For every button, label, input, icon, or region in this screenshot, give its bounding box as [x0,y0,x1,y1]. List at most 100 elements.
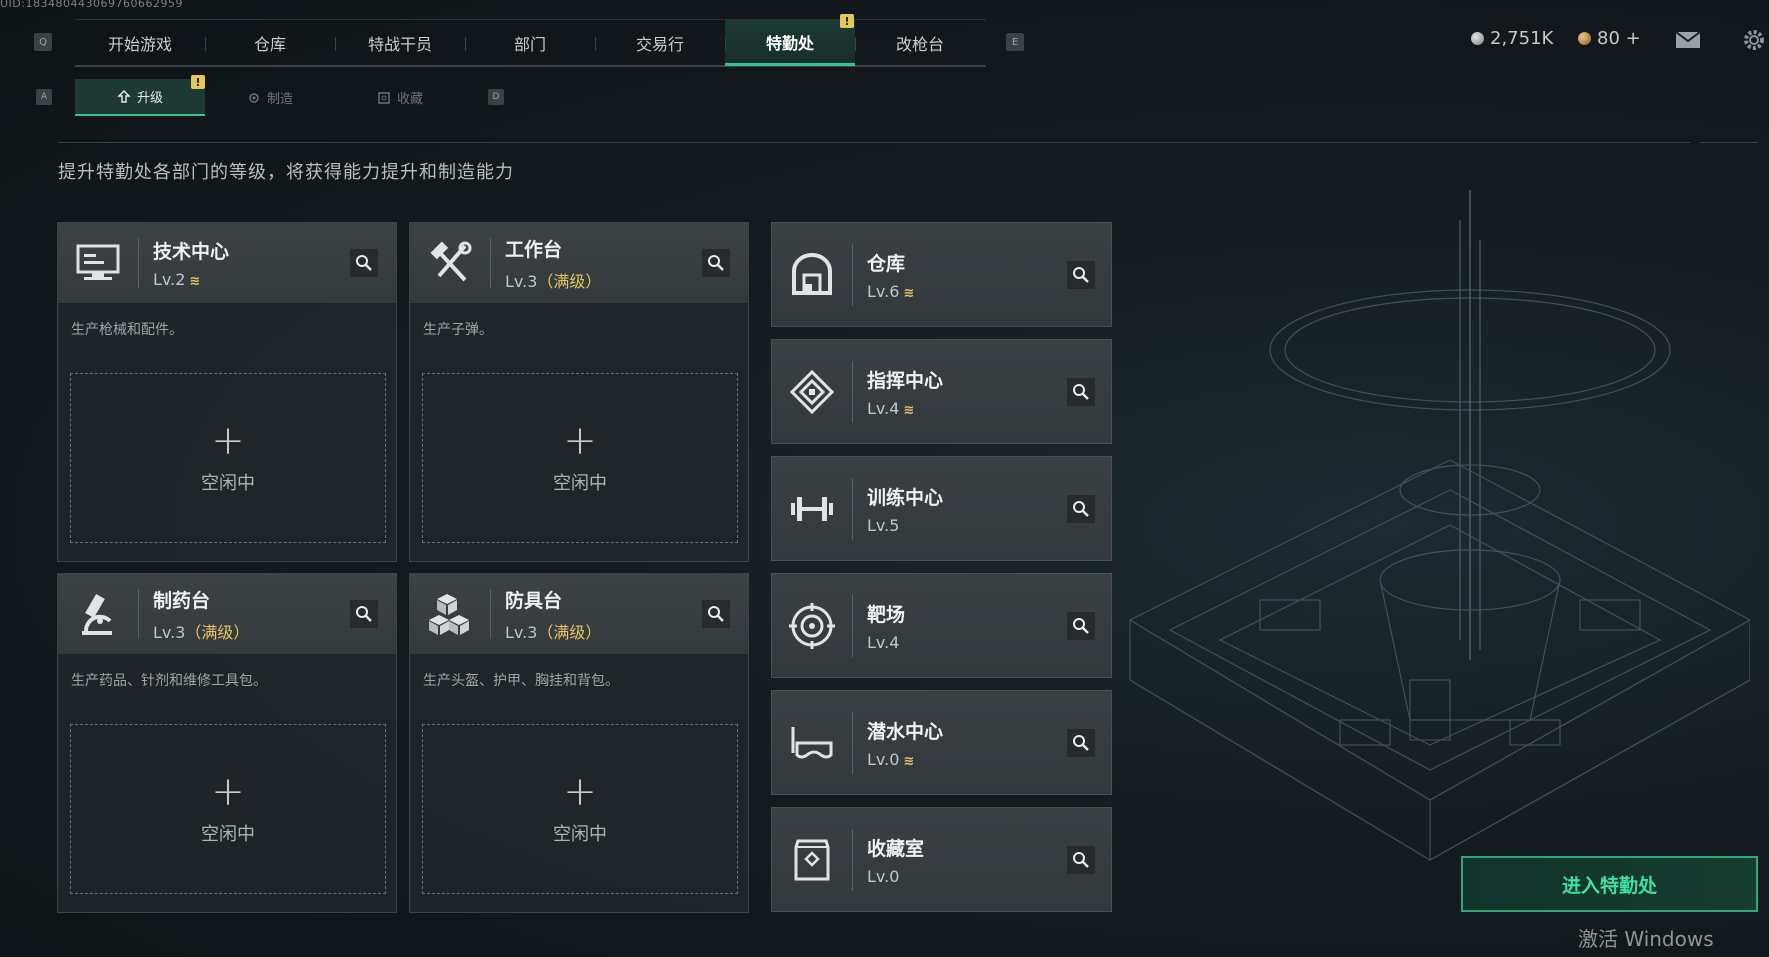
notification-badge: ! [840,14,854,28]
facility-dive-center[interactable]: 潜水中心 Lv.0 ≋ [771,690,1112,795]
uid-label: UID:183480443069760662959 [0,0,183,10]
mail-icon[interactable] [1675,31,1701,53]
facility-level: Lv.0 [867,866,900,886]
facility-level: Lv.3 [505,622,538,642]
tab-trading[interactable]: 交易行 [595,20,725,66]
slot-status: 空闲中 [201,824,255,845]
display-case-icon [772,807,852,912]
card-workbench[interactable]: 工作台 Lv.3（满级） 生产子弹。 + 空闲中 [409,222,749,562]
facility-name: 工作台 [505,238,563,261]
production-slot[interactable]: + 空闲中 [422,373,738,543]
search-icon[interactable] [1067,729,1095,757]
upgrade-arrow-icon: ≋ [903,402,915,418]
card-armor-bench[interactable]: 防具台 Lv.3（满级） 生产头盔、护甲、胸挂和背包。 + 空闲中 [409,573,749,913]
enter-special-ops-button[interactable]: 进入特勤处 [1461,856,1758,912]
facility-level: Lv.2 [153,270,186,289]
sub-nav: 升级 制造 收藏 [75,79,465,116]
plus-icon: + [563,769,597,815]
header-divider [58,142,1690,143]
facility-collection-room[interactable]: 收藏室 Lv.0 [771,807,1112,912]
facility-warehouse[interactable]: 仓库 Lv.6 ≋ [771,222,1112,327]
subtab-craft[interactable]: 制造 [205,79,335,116]
upgrade-arrow-icon: ≋ [903,285,915,301]
search-icon[interactable] [350,249,378,277]
gold-currency[interactable]: 80 + [1578,28,1641,49]
facility-level: Lv.6 [867,281,900,301]
facility-description: 生产子弹。 [423,322,493,338]
facility-name: 收藏室 [867,837,925,860]
production-slot[interactable]: + 空闲中 [70,724,386,894]
slot-status: 空闲中 [553,473,607,494]
separator [852,360,853,423]
command-center-icon [772,339,852,444]
warehouse-icon [772,222,852,327]
subtab-collection[interactable]: 收藏 [335,79,465,116]
cubes-icon [410,574,490,654]
tab-warehouse[interactable]: 仓库 [205,20,335,66]
upgrade-badge: ! [191,75,205,89]
facility-description: 生产药品、针剂和维修工具包。 [71,673,267,689]
separator [852,477,853,540]
max-level-label: （满级） [185,622,250,642]
facility-name: 指挥中心 [867,369,944,392]
separator [490,589,491,639]
facility-name: 技术中心 [153,241,230,263]
facility-level: Lv.0 [867,749,900,769]
facility-shooting-range[interactable]: 靶场 Lv.4 [771,573,1112,678]
plus-icon: + [211,418,245,464]
production-slot[interactable]: + 空闲中 [70,373,386,543]
card-pharmacy[interactable]: 制药台 Lv.3（满级） 生产药品、针剂和维修工具包。 + 空闲中 [57,573,397,913]
max-level-label: （满级） [537,622,602,642]
separator [852,243,853,306]
gear-icon[interactable] [1742,28,1766,56]
computer-icon [58,223,138,303]
key-hint-q: Q [34,33,52,51]
silver-amount: 2,751K [1490,28,1554,49]
subtab-collection-label: 收藏 [396,92,423,107]
facility-name: 潜水中心 [867,720,944,743]
facility-level: Lv.3 [153,622,186,642]
silver-currency: 2,751K [1471,28,1553,49]
facility-name: 训练中心 [867,486,944,509]
gold-amount: 80 + [1597,28,1641,49]
separator [490,238,491,288]
craft-icon [249,92,259,103]
search-icon[interactable] [1067,612,1095,640]
search-icon[interactable] [350,600,378,628]
facility-name: 仓库 [867,252,906,275]
gold-coin-icon [1578,32,1591,45]
facility-level: Lv.4 [867,398,900,418]
upgrade-icon [117,89,131,103]
separator [852,711,853,774]
dumbbell-icon [772,456,852,561]
tab-special-ops[interactable]: 特勤处 [725,20,855,66]
key-hint-d: D [488,89,504,105]
tab-start-game[interactable]: 开始游戏 [75,20,205,66]
search-icon[interactable] [1067,846,1095,874]
card-tech-center[interactable]: 技术中心 Lv.2 ≋ 生产枪械和配件。 + 空闲中 [57,222,397,562]
separator [852,594,853,657]
search-icon[interactable] [702,600,730,628]
facility-command-center[interactable]: 指挥中心 Lv.4 ≋ [771,339,1112,444]
upgrade-arrow-icon: ≋ [189,274,201,289]
upgrade-arrow-icon: ≋ [903,753,915,769]
search-icon[interactable] [1067,495,1095,523]
search-icon[interactable] [702,249,730,277]
search-icon[interactable] [1067,378,1095,406]
page-subtitle: 提升特勤处各部门的等级，将获得能力提升和制造能力 [58,162,514,183]
max-level-label: （满级） [537,271,602,291]
production-slot[interactable]: + 空闲中 [422,724,738,894]
tab-gunsmith[interactable]: 改枪台 [855,20,985,66]
key-hint-a: A [36,89,52,105]
facility-description: 生产枪械和配件。 [71,322,183,338]
target-icon [772,573,852,678]
facility-training-center[interactable]: 训练中心 Lv.5 [771,456,1112,561]
search-icon[interactable] [1067,261,1095,289]
subtab-upgrade[interactable]: 升级 [75,79,205,116]
silver-coin-icon [1471,32,1484,45]
facility-3d-model [1110,160,1752,884]
facility-level: Lv.5 [867,515,900,535]
tab-department[interactable]: 部门 [465,20,595,66]
tab-operators[interactable]: 特战干员 [335,20,465,66]
diving-mask-icon [772,690,852,795]
